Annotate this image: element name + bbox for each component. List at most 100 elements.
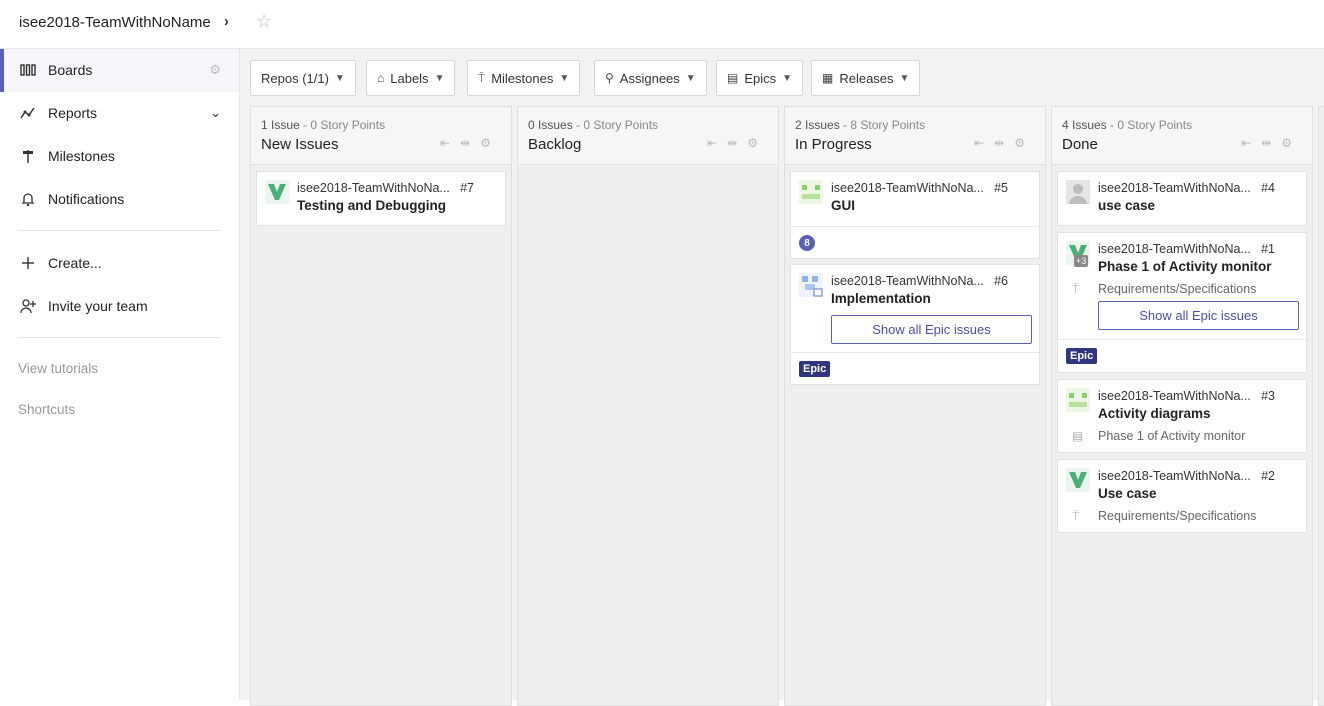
column-count: 4 Issues - 0 Story Points <box>1062 118 1192 132</box>
sidebar-item-label: Invite your team <box>48 298 148 314</box>
avatar <box>799 273 823 297</box>
card-repo: isee2018-TeamWithNoNa... <box>1098 389 1251 403</box>
story-points: - 0 Story Points <box>1106 118 1193 132</box>
sidebar-item-label: Boards <box>48 62 93 78</box>
filter-label: Repos (1/1) <box>261 70 329 86</box>
sidebar-item-boards[interactable]: Boards ⚙ <box>0 49 239 92</box>
avatar <box>265 180 289 204</box>
epic-badge: Epic <box>1066 348 1098 364</box>
show-epic-issues-button[interactable]: Show all Epic issues <box>1098 301 1299 330</box>
sidebar: Boards ⚙ Reports ⌄ Milestones Notificati… <box>0 49 240 700</box>
issue-card-3[interactable]: isee2018-TeamWithNoNa... #3 Activity dia… <box>1057 379 1307 453</box>
avatar <box>1066 468 1090 492</box>
card-title: Activity diagrams <box>1098 406 1211 421</box>
add-user-icon <box>20 299 36 314</box>
issue-card-4[interactable]: isee2018-TeamWithNoNa... #4 use case <box>1057 171 1307 226</box>
avatar <box>1066 180 1090 204</box>
repos-filter-button[interactable]: Repos (1/1) ▼ <box>250 60 356 96</box>
filter-label: Labels <box>390 70 429 86</box>
chevron-down-icon: ▼ <box>782 72 793 84</box>
releases-filter-button[interactable]: ▦ Releases ▼ <box>811 60 921 96</box>
plus-icon <box>22 257 34 269</box>
card-repo: isee2018-TeamWithNoNa... <box>831 274 984 288</box>
card-number: #7 <box>460 181 474 195</box>
issue-card-1[interactable]: +3 isee2018-TeamWithNoNa... #1 Phase 1 o… <box>1057 232 1307 373</box>
pipeline-column-backlog: 0 Issues - 0 Story Points Backlog ⇤⇹⚙ <box>517 106 779 706</box>
divider <box>18 337 220 338</box>
divider <box>18 230 220 231</box>
extra-assignees-badge: +3 <box>1074 255 1089 267</box>
tag-icon: ⌂ <box>377 71 385 85</box>
sidebar-item-create[interactable]: Create... <box>0 242 239 285</box>
story-points: - 0 Story Points <box>299 118 386 132</box>
bell-icon <box>21 193 35 207</box>
epics-filter-button[interactable]: ▤ Epics ▼ <box>716 60 804 96</box>
sidebar-item-label: Create... <box>48 255 102 271</box>
card-repo: isee2018-TeamWithNoNa... <box>1098 469 1251 483</box>
card-number: #4 <box>1261 181 1275 195</box>
story-points: - 8 Story Points <box>839 118 926 132</box>
column-title: In Progress <box>795 136 872 153</box>
issue-count: 2 Issues <box>795 118 840 132</box>
chevron-right-icon[interactable]: › <box>224 13 229 30</box>
show-epic-issues-button[interactable]: Show all Epic issues <box>831 315 1032 344</box>
issue-card-7[interactable]: isee2018-TeamWithNoNa... #7 Testing and … <box>256 171 506 226</box>
column-header: 1 Issue - 0 Story Points New Issues ⇤⇹⚙ <box>251 107 511 165</box>
issue-card-2[interactable]: isee2018-TeamWithNoNa... #2 Use case ⍑ R… <box>1057 459 1307 533</box>
card-repo: isee2018-TeamWithNoNa... <box>297 181 450 195</box>
sidebar-item-notifications[interactable]: Notifications <box>0 178 239 221</box>
card-milestone: Requirements/Specifications <box>1098 509 1257 523</box>
epic-icon: ▤ <box>1072 429 1084 443</box>
column-header: 0 Issues - 0 Story Points Backlog ⇤⇹⚙ <box>518 107 778 165</box>
issue-card-5[interactable]: isee2018-TeamWithNoNa... #5 GUI 8 <box>790 171 1040 259</box>
issue-card-6[interactable]: isee2018-TeamWithNoNa... #6 Implementati… <box>790 264 1040 385</box>
column-title: Backlog <box>528 136 582 153</box>
card-repo: isee2018-TeamWithNoNa... <box>1098 181 1251 195</box>
labels-filter-button[interactable]: ⌂ Labels ▼ <box>366 60 456 96</box>
column-count: 0 Issues - 0 Story Points <box>528 118 658 132</box>
column-title: New Issues <box>261 136 339 153</box>
pipeline-column-new-issues: 1 Issue - 0 Story Points New Issues ⇤⇹⚙ … <box>250 106 512 706</box>
assignee-icon: ⚲ <box>605 71 614 85</box>
workspace-title[interactable]: isee2018-TeamWithNoName <box>19 14 211 31</box>
sidebar-item-label: Reports <box>48 105 98 121</box>
card-number: #6 <box>994 274 1008 288</box>
card-epic: Phase 1 of Activity monitor <box>1098 429 1246 443</box>
star-icon[interactable]: ☆ <box>256 11 272 32</box>
chevron-down-icon: ▼ <box>685 72 696 84</box>
card-footer: Epic <box>791 352 1039 385</box>
sidebar-item-reports[interactable]: Reports ⌄ <box>0 92 239 135</box>
card-title: Use case <box>1098 486 1157 501</box>
sidebar-item-label: Milestones <box>48 148 115 164</box>
view-tutorials-link[interactable]: View tutorials <box>18 361 98 376</box>
sidebar-item-label: Notifications <box>48 191 125 207</box>
assignees-filter-button[interactable]: ⚲ Assignees ▼ <box>594 60 707 96</box>
column-actions-icon[interactable]: ⇤⇹⚙ <box>974 136 1035 150</box>
column-actions-icon[interactable]: ⇤⇹⚙ <box>440 136 501 150</box>
column-actions-icon[interactable]: ⇤⇹⚙ <box>1241 136 1302 150</box>
milestone-icon <box>23 150 33 163</box>
filter-label: Epics <box>744 70 777 86</box>
column-actions-icon[interactable]: ⇤⇹⚙ <box>707 136 768 150</box>
sidebar-item-milestones[interactable]: Milestones <box>0 135 239 178</box>
board-area: Repos (1/1) ▼ ⌂ Labels ▼ ⍑ Milestones ▼ ⚲ Assi… <box>240 49 1324 706</box>
milestone-icon: ⍑ <box>478 70 486 85</box>
chevron-down-icon: ▼ <box>559 72 570 84</box>
sidebar-item-invite[interactable]: Invite your team <box>0 285 239 328</box>
shortcuts-link[interactable]: Shortcuts <box>18 402 75 417</box>
pipeline-column-done: 4 Issues - 0 Story Points Done ⇤⇹⚙ isee2… <box>1051 106 1313 706</box>
pipeline-column-in-progress: 2 Issues - 8 Story Points In Progress ⇤⇹… <box>784 106 1046 706</box>
column-title: Done <box>1062 136 1098 153</box>
gear-icon[interactable]: ⚙ <box>209 62 221 78</box>
filter-label: Releases <box>839 70 894 86</box>
milestones-filter-button[interactable]: ⍑ Milestones ▼ <box>467 60 581 96</box>
card-footer: 8 <box>791 226 1039 259</box>
chevron-down-icon: ▼ <box>434 72 445 84</box>
card-footer: Epic <box>1058 339 1306 373</box>
column-header: 4 Issues - 0 Story Points Done ⇤⇹⚙ <box>1052 107 1312 165</box>
issue-count: 0 Issues <box>528 118 573 132</box>
reports-icon <box>20 107 35 119</box>
epic-badge: Epic <box>799 361 831 377</box>
story-points: - 0 Story Points <box>572 118 659 132</box>
chevron-down-icon[interactable]: ⌄ <box>210 105 221 121</box>
